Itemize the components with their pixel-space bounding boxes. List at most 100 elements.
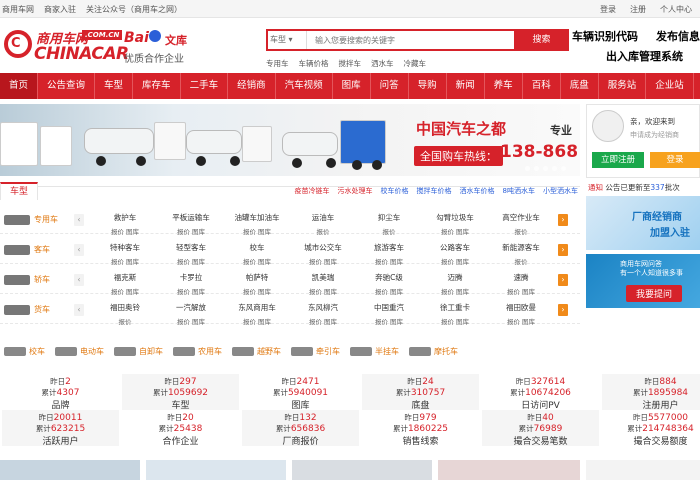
login-button[interactable]: 登录: [650, 152, 700, 168]
category-item-links[interactable]: 报价 图库: [422, 226, 488, 236]
category-item[interactable]: 福克斯 报价 图库: [92, 272, 158, 296]
category-item-name[interactable]: 福克斯: [92, 272, 158, 283]
category-quick-link[interactable]: 污水处理车: [338, 186, 373, 196]
nav-models[interactable]: 车型: [95, 73, 134, 99]
category-row-name[interactable]: 货车: [4, 304, 50, 315]
banner-dot[interactable]: [561, 166, 566, 171]
category-item[interactable]: 东风商用车报价 图库: [224, 302, 290, 326]
vehicle-type-link[interactable]: 摩托车: [409, 346, 458, 357]
category-item-name[interactable]: 凯美瑞: [290, 272, 356, 283]
category-item-links[interactable]: 报价 图库: [158, 286, 224, 296]
category-item-name[interactable]: 高空作业车: [488, 212, 554, 223]
tab-models[interactable]: 车型: [0, 182, 38, 200]
category-item[interactable]: 救护车 报价 图库: [92, 212, 158, 236]
category-item[interactable]: 公路客车 报价 图库: [422, 242, 488, 266]
category-item-name[interactable]: 福田奥铃: [92, 302, 158, 313]
category-item-links[interactable]: 报价 图库: [224, 226, 290, 236]
nav-maintenance[interactable]: 养车: [485, 73, 523, 99]
vehicle-type-link[interactable]: 校车: [4, 346, 45, 357]
scroll-left-arrow-icon[interactable]: ‹: [74, 244, 84, 256]
news-image[interactable]: [0, 460, 140, 480]
category-item-name[interactable]: 一汽解放: [158, 302, 224, 313]
category-item-links[interactable]: 报价 图库: [422, 286, 488, 296]
nav-gallery[interactable]: 图库: [333, 73, 371, 99]
category-item-links[interactable]: 报价 图库: [224, 316, 290, 326]
category-item-links[interactable]: 报价 图库: [290, 286, 356, 296]
notice[interactable]: 通知 公告已更新至337批次: [588, 182, 680, 193]
category-item-name[interactable]: 救护车: [92, 212, 158, 223]
nav-qa[interactable]: 问答: [371, 73, 409, 99]
category-item[interactable]: 中国重汽 报价 图库: [356, 302, 422, 326]
category-item-name[interactable]: 勾臂垃圾车: [422, 212, 488, 223]
nav-chassis[interactable]: 底盘: [561, 73, 599, 99]
category-item-links[interactable]: 报价: [290, 226, 356, 236]
category-item-links[interactable]: 报价 图库: [224, 286, 290, 296]
nav-used[interactable]: 二手车: [181, 73, 229, 99]
category-item[interactable]: 城市公交车 报价 图库: [290, 242, 356, 266]
search-type-select[interactable]: 车型 ▾: [270, 34, 306, 45]
category-item-links[interactable]: 报价 图库: [224, 256, 290, 266]
category-item[interactable]: 特种客车 报价 图库: [92, 242, 158, 266]
release-info-link[interactable]: 发布信息: [656, 28, 700, 44]
category-item-links[interactable]: 报价 图库: [356, 316, 422, 326]
category-item-links[interactable]: 报价 图库: [356, 286, 422, 296]
news-image[interactable]: [438, 460, 580, 480]
top-link-login[interactable]: 登录: [600, 4, 616, 15]
nav-news[interactable]: 新闻: [447, 73, 485, 99]
category-item-name[interactable]: 东风商用车: [224, 302, 290, 313]
vehicle-type-link[interactable]: 自卸车: [114, 346, 163, 357]
category-item-links[interactable]: 报价 图库: [356, 256, 422, 266]
category-item-links[interactable]: 报价 图库: [422, 316, 488, 326]
category-item-links[interactable]: 报价: [488, 256, 554, 266]
scroll-left-arrow-icon[interactable]: ‹: [74, 214, 84, 226]
category-item[interactable]: 一汽解放 报价 图库: [158, 302, 224, 326]
category-item-name[interactable]: 速腾: [488, 272, 554, 283]
top-link-merchant[interactable]: 商家入驻: [44, 4, 76, 15]
category-item-name[interactable]: 油罐车加油车: [224, 212, 290, 223]
category-item-links[interactable]: 报价 图库: [488, 316, 554, 326]
category-item-links[interactable]: 报价: [92, 316, 158, 326]
hot-link[interactable]: 搅拌车: [339, 58, 362, 69]
scroll-right-arrow-icon[interactable]: ›: [558, 244, 568, 256]
hot-link[interactable]: 车辆价格: [299, 58, 329, 69]
category-item-name[interactable]: 卡罗拉: [158, 272, 224, 283]
vehicle-type-link[interactable]: 牵引车: [291, 346, 340, 357]
category-quick-link[interactable]: 搅拌车价格: [417, 186, 452, 196]
category-item-name[interactable]: 抑尘车: [356, 212, 422, 223]
banner-dot[interactable]: [552, 166, 557, 171]
banner-dot[interactable]: [534, 166, 539, 171]
banner-dot[interactable]: [543, 166, 548, 171]
dealer-join-ad[interactable]: [586, 196, 700, 250]
category-item-name[interactable]: 城市公交车: [290, 242, 356, 253]
vehicle-type-link[interactable]: 越野车: [232, 346, 281, 357]
category-quick-link[interactable]: 洒水车价格: [460, 186, 495, 196]
register-button[interactable]: 立即注册: [592, 152, 644, 168]
category-item-links[interactable]: 报价 图库: [92, 286, 158, 296]
category-item-name[interactable]: 公路客车: [422, 242, 488, 253]
hot-link[interactable]: 洒水车: [371, 58, 394, 69]
category-item-name[interactable]: 轻型客车: [158, 242, 224, 253]
category-item-name[interactable]: 运油车: [290, 212, 356, 223]
category-quick-link[interactable]: 校车价格: [381, 186, 409, 196]
category-item[interactable]: 速腾 报价 图库: [488, 272, 554, 296]
nav-guide[interactable]: 导购: [409, 73, 447, 99]
category-item-links[interactable]: 报价 图库: [290, 316, 356, 326]
category-item[interactable]: 新能源客车 报价: [488, 242, 554, 266]
category-row-name[interactable]: 客车: [4, 244, 50, 255]
category-item-links[interactable]: 报价: [356, 226, 422, 236]
category-item[interactable]: 旅游客车 报价 图库: [356, 242, 422, 266]
category-item[interactable]: 福田欧曼 报价 图库: [488, 302, 554, 326]
category-item-name[interactable]: 特种客车: [92, 242, 158, 253]
vehicle-type-link[interactable]: 半挂车: [350, 346, 399, 357]
category-item-name[interactable]: 徐工重卡: [422, 302, 488, 313]
vehicle-type-link[interactable]: 农用车: [173, 346, 222, 357]
vin-link[interactable]: 车辆识别代码: [572, 28, 638, 44]
category-item[interactable]: 迈腾 报价 图库: [422, 272, 488, 296]
stock-management-link[interactable]: 出入库管理系统: [606, 48, 683, 64]
scroll-right-arrow-icon[interactable]: ›: [558, 304, 568, 316]
category-item-name[interactable]: 平板运输车: [158, 212, 224, 223]
nav-service[interactable]: 服务站: [599, 73, 647, 99]
hot-link[interactable]: 专用车: [266, 58, 289, 69]
category-item-name[interactable]: 东风柳汽: [290, 302, 356, 313]
category-item-name[interactable]: 旅游客车: [356, 242, 422, 253]
